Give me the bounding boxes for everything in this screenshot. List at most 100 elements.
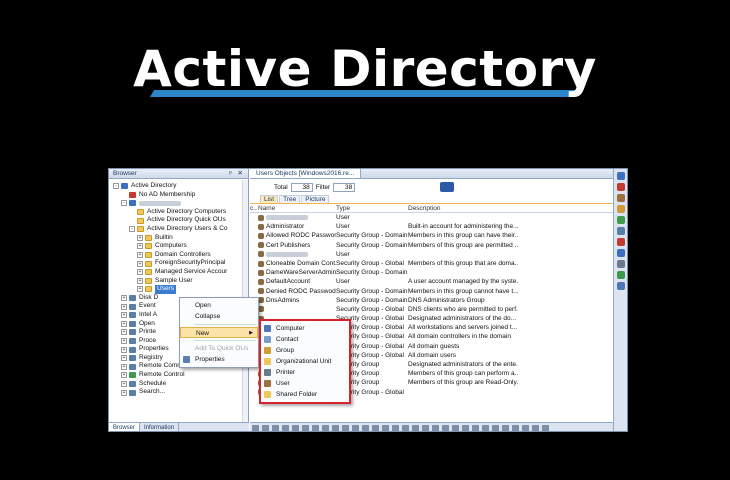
column-check[interactable]: c..	[250, 204, 258, 212]
toolbar-icon[interactable]	[402, 425, 409, 431]
table-row[interactable]: Cert Publishers Security Group - Domain .…	[250, 241, 613, 250]
toolbar-icon[interactable]	[292, 425, 299, 431]
table-row[interactable]: Cloneable Domain Cont... Security Group -…	[250, 259, 613, 268]
toolbar-icon[interactable]	[472, 425, 479, 431]
tree-item-managed-service[interactable]: + Managed Service Accour	[113, 268, 248, 277]
expand-toggle[interactable]: +	[121, 389, 127, 396]
toolbar-icon[interactable]	[462, 425, 469, 431]
expand-toggle[interactable]: +	[137, 260, 143, 267]
table-row[interactable]: User	[250, 250, 613, 259]
expand-toggle[interactable]: +	[137, 269, 143, 276]
new-ou[interactable]: Organizational Unit	[261, 356, 349, 367]
tree-item-domain-controllers[interactable]: + Domain Controllers	[113, 251, 248, 260]
ctx-open[interactable]: Open	[180, 300, 258, 311]
toolbar-icon[interactable]	[542, 425, 549, 431]
side-tool-icon[interactable]	[616, 194, 625, 202]
expand-toggle[interactable]: +	[137, 277, 143, 284]
tree-item-ad-computers[interactable]: Active Directory Computers	[113, 208, 248, 217]
side-tool-icon[interactable]	[616, 172, 625, 180]
expand-toggle[interactable]: -	[121, 200, 127, 207]
toolbar-icon[interactable]	[432, 425, 439, 431]
expand-toggle[interactable]: +	[121, 346, 127, 353]
new-user[interactable]: User	[261, 378, 349, 389]
tree-item-active-directory[interactable]: - Active Directory	[113, 182, 248, 191]
tab-browser[interactable]: Browser	[109, 423, 141, 431]
view-tab-picture[interactable]: Picture	[301, 195, 330, 203]
new-group[interactable]: Group	[261, 345, 349, 356]
toolbar-icon[interactable]	[422, 425, 429, 431]
table-row[interactable]: Administrator User Built-in account for ad…	[250, 222, 613, 231]
tree-item-remote-control[interactable]: + Remote Control	[113, 371, 248, 380]
table-row[interactable]: DefaultAccount User A user account managed…	[250, 277, 613, 286]
toolbar-icon[interactable]	[302, 425, 309, 431]
tree-item-search[interactable]: + Search...	[113, 388, 248, 397]
expand-toggle[interactable]: +	[137, 243, 143, 250]
side-tool-icon[interactable]	[616, 183, 625, 191]
tree-item-ad-quick-ous[interactable]: Active Directory Quick OUs	[113, 216, 248, 225]
expand-toggle[interactable]: +	[137, 234, 143, 241]
tree-item-users[interactable]: + Users	[113, 285, 248, 294]
toolbar-icon[interactable]	[362, 425, 369, 431]
ctx-properties[interactable]: Properties	[180, 354, 258, 365]
expand-toggle[interactable]: +	[121, 320, 127, 327]
new-computer[interactable]: Computer	[261, 323, 349, 334]
table-row[interactable]: DameWareServerAdmins Security Group - Dom…	[250, 268, 613, 277]
new-printer[interactable]: Printer	[261, 367, 349, 378]
pane-controls[interactable]: ᵖ ✕	[229, 169, 248, 178]
side-tool-icon[interactable]	[616, 271, 625, 279]
expand-toggle[interactable]: +	[121, 337, 127, 344]
toolbar-icon[interactable]	[352, 425, 359, 431]
toolbar-icon[interactable]	[332, 425, 339, 431]
expand-toggle[interactable]: -	[113, 183, 119, 190]
toolbar-icon[interactable]	[272, 425, 279, 431]
ctx-new[interactable]: New ▶	[180, 327, 258, 338]
table-row[interactable]: User	[250, 213, 613, 222]
table-row[interactable]: DnsAdmins Security Group - Domain ... DNS …	[250, 296, 613, 305]
expand-toggle[interactable]: +	[121, 303, 127, 310]
expand-toggle[interactable]: +	[121, 372, 127, 379]
tree-item-schedule[interactable]: + Schedule	[113, 380, 248, 389]
expand-toggle[interactable]: +	[121, 329, 127, 336]
toolbar-icon[interactable]	[512, 425, 519, 431]
toolbar-icon[interactable]	[502, 425, 509, 431]
toolbar-icon[interactable]	[532, 425, 539, 431]
tree-item-no-ad-membership[interactable]: No AD Membership	[113, 191, 248, 200]
toolbar-icon[interactable]	[482, 425, 489, 431]
toolbar-icon[interactable]	[312, 425, 319, 431]
view-tab-tree[interactable]: Tree	[279, 195, 301, 203]
table-row[interactable]: Allowed RODC Passwor... Security Group - …	[250, 231, 613, 240]
expand-toggle[interactable]: +	[121, 295, 127, 302]
expand-toggle[interactable]: +	[121, 312, 127, 319]
toolbar-icon[interactable]	[252, 425, 259, 431]
expand-toggle[interactable]: +	[137, 252, 143, 259]
toolbar-icon[interactable]	[382, 425, 389, 431]
expand-toggle[interactable]: +	[121, 363, 127, 370]
tree-item-domain[interactable]: -	[113, 199, 248, 208]
view-tab-list[interactable]: List	[260, 195, 279, 203]
tree-item-builtin[interactable]: + Builtin	[113, 234, 248, 243]
expand-toggle[interactable]: +	[121, 355, 127, 362]
tab-information[interactable]: Information	[140, 423, 180, 431]
tree-item-ad-users[interactable]: - Active Directory Users & Co	[113, 225, 248, 234]
tree-item-computers[interactable]: + Computers	[113, 242, 248, 251]
side-tool-icon[interactable]	[616, 282, 625, 290]
toolbar-icon[interactable]	[262, 425, 269, 431]
new-shared-folder[interactable]: Shared Folder	[261, 389, 349, 400]
toolbar-icon[interactable]	[442, 425, 449, 431]
toolbar-icon[interactable]	[522, 425, 529, 431]
toolbar-icon[interactable]	[492, 425, 499, 431]
side-tool-icon[interactable]	[616, 227, 625, 235]
column-type[interactable]: Type	[336, 204, 408, 212]
expand-toggle[interactable]: +	[137, 286, 143, 293]
side-tool-icon[interactable]	[616, 216, 625, 224]
side-tool-icon[interactable]	[616, 205, 625, 213]
expand-toggle[interactable]: +	[121, 380, 127, 387]
tree-item-foreign[interactable]: + ForeignSecurityPrincipal	[113, 259, 248, 268]
toolbar-icon[interactable]	[412, 425, 419, 431]
tab-users-objects[interactable]: Users Objects [Windows2016.re...	[250, 169, 362, 178]
toolbar-icon[interactable]	[322, 425, 329, 431]
toolbar-icon[interactable]	[282, 425, 289, 431]
tree-item-sample-user[interactable]: + Sample User	[113, 277, 248, 286]
side-tool-icon[interactable]	[616, 260, 625, 268]
column-name[interactable]: Name	[258, 204, 336, 212]
